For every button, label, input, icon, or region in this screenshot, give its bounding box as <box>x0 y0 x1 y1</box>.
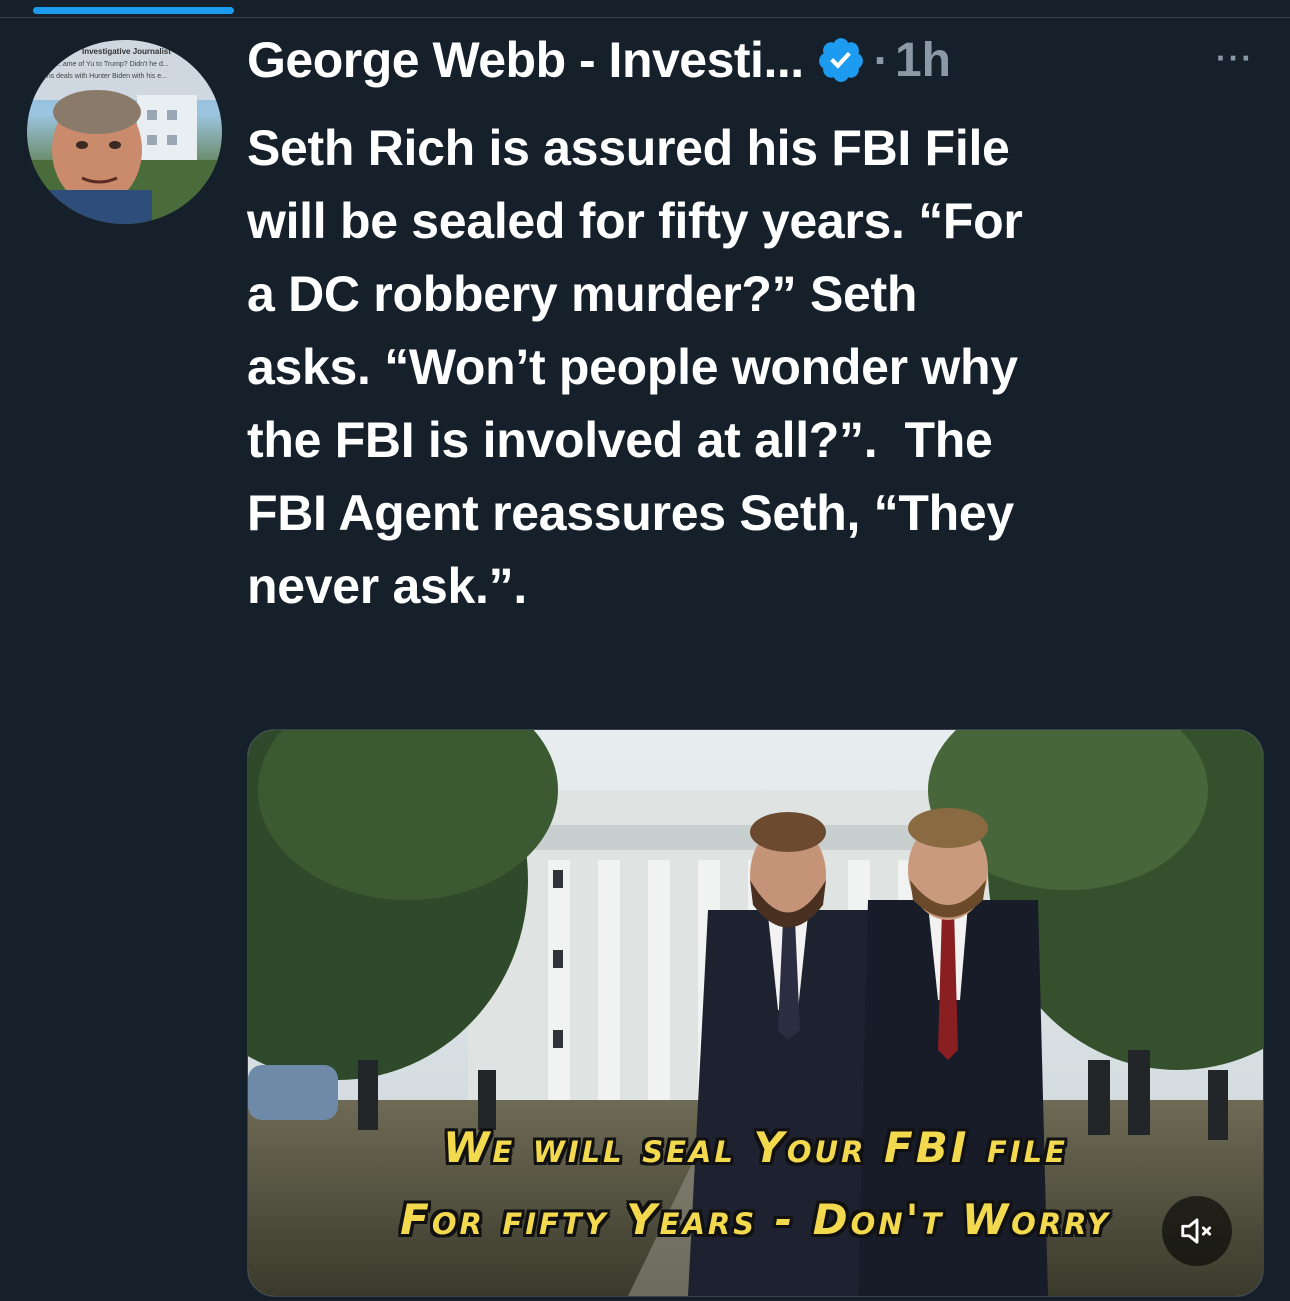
avatar[interactable]: Investigative Journalist ...ame of Yu to… <box>27 40 222 224</box>
timestamp[interactable]: 1h <box>895 33 951 88</box>
volume-muted-icon <box>1181 1218 1212 1244</box>
separator-dot: · <box>873 34 889 86</box>
author-name[interactable]: George Webb - Investi... <box>247 31 804 89</box>
more-icon: ··· <box>1216 39 1254 76</box>
avatar-overlay-line-1: Investigative Journalist <box>82 47 171 56</box>
avatar-overlay-line-2: ...ame of Yu to Trump? Didn't he d... <box>57 61 169 68</box>
avatar-overlay-line-3: ...ons deals with Hunter Biden with his … <box>37 73 167 80</box>
top-tab-indicator <box>33 7 234 14</box>
video-caption-line-2: For fifty Years - Don't Worry <box>400 1195 1111 1244</box>
video-caption-line-1: We will seal Your FBI file <box>443 1123 1068 1172</box>
verified-badge-icon <box>818 38 863 82</box>
tweet-header: George Webb - Investi... · 1h <box>247 24 951 96</box>
tweet-text: Seth Rich is assured his FBI File will b… <box>247 120 1023 614</box>
video-player[interactable]: We will seal Your FBI file For fifty Yea… <box>247 729 1264 1297</box>
top-divider <box>0 17 1290 18</box>
more-options-button[interactable]: ··· <box>1205 28 1265 88</box>
mute-toggle-button[interactable] <box>1162 1196 1232 1266</box>
